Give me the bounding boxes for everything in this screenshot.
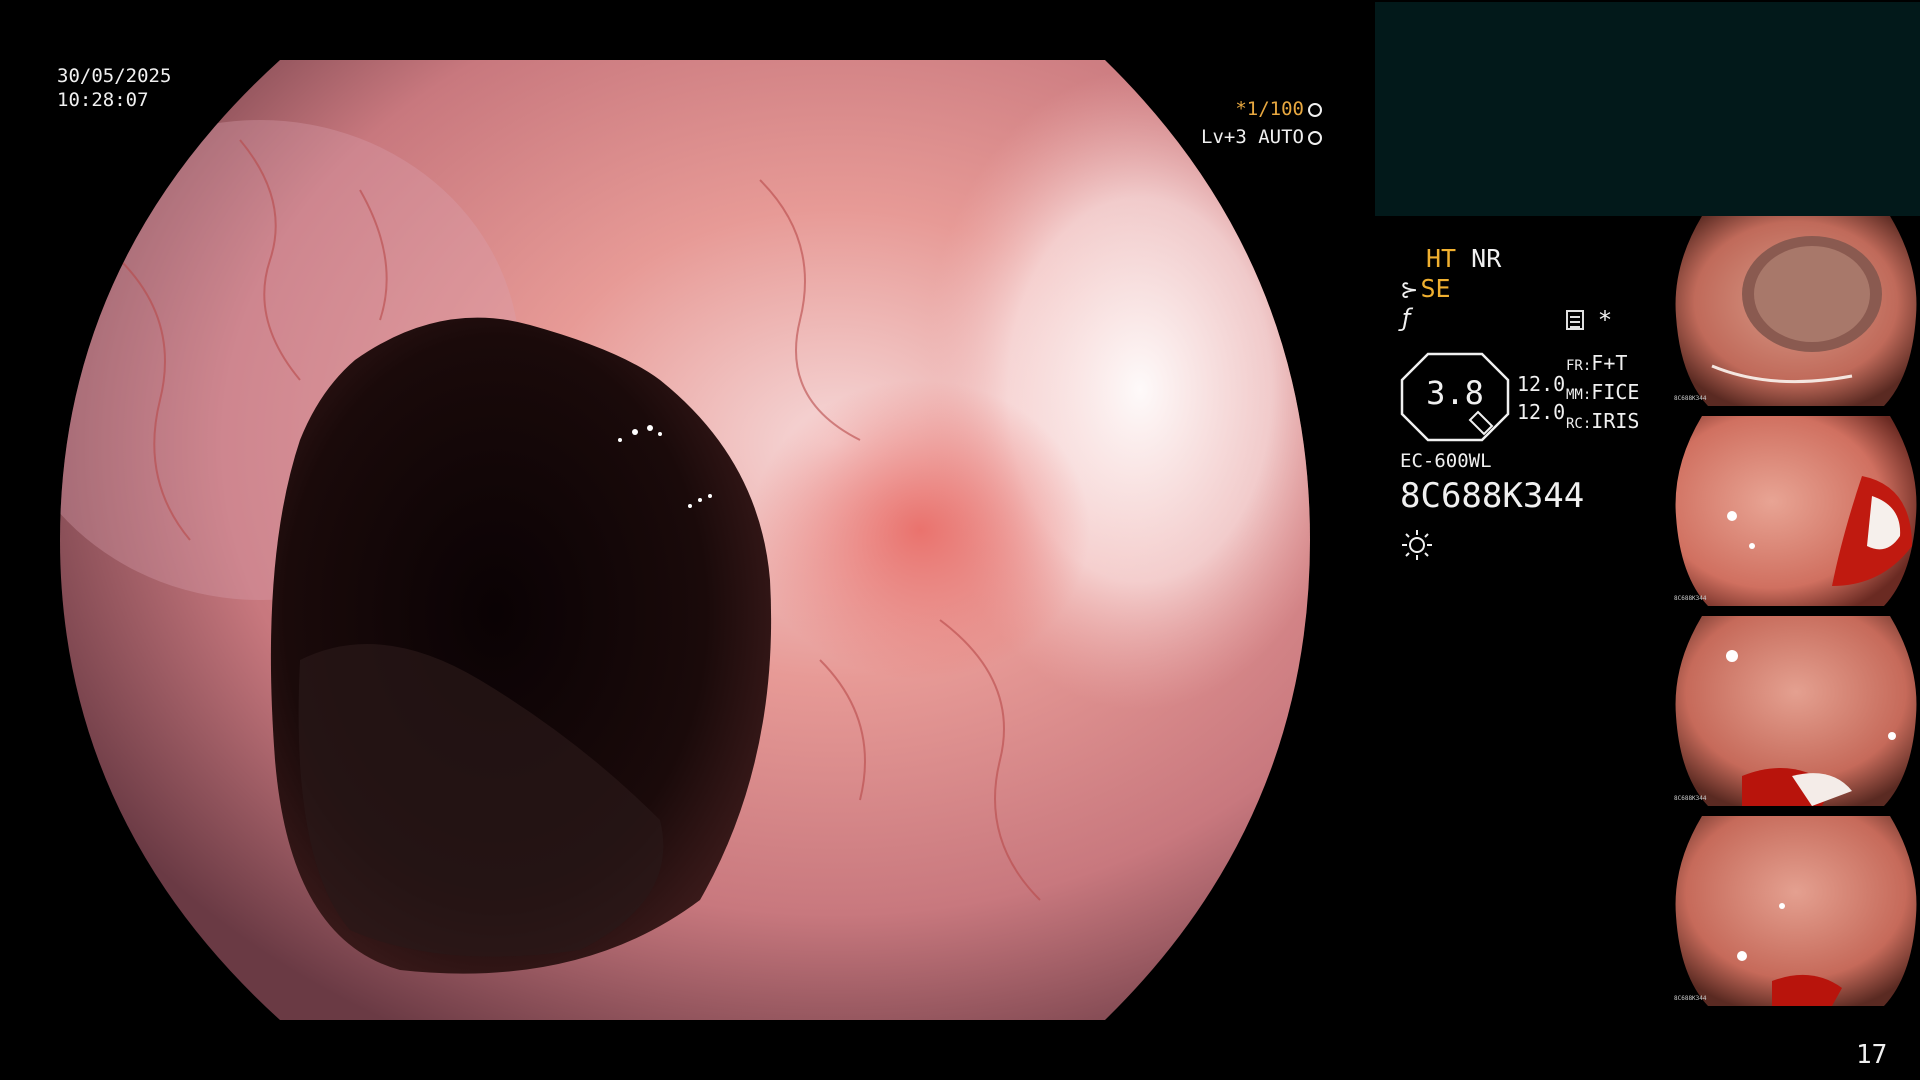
thumbnail-2[interactable]: 8C688K344: [1672, 416, 1920, 606]
star-icon: *: [1599, 306, 1611, 334]
value-2: 12.0: [1517, 400, 1566, 424]
document-icon: [1566, 310, 1584, 330]
time-text: 10:28:07: [57, 89, 149, 111]
se-indicator: ⊱SE: [1400, 274, 1451, 303]
thumbnail-1-serial: 8C688K344: [1674, 395, 1707, 402]
ht-nr-indicator: HT NR: [1426, 244, 1501, 273]
date-text: 30/05/2025: [57, 65, 172, 87]
se-label: SE: [1420, 274, 1451, 303]
thumbnail-4-serial: 8C688K344: [1674, 995, 1707, 1002]
value-list: 12.0 12.0: [1517, 370, 1565, 426]
scope-model: EC-600WL: [1400, 450, 1492, 472]
function-icon: ƒ: [1402, 304, 1411, 332]
shutter-text: *1/100: [1235, 98, 1304, 120]
thumbnail-1[interactable]: 8C688K344: [1672, 216, 1920, 406]
scope-serial: 8C688K344: [1400, 476, 1585, 516]
nr-label: NR: [1471, 244, 1502, 273]
thumbnail-3[interactable]: 8C688K344: [1672, 616, 1920, 806]
value-1: 12.0: [1517, 372, 1566, 396]
shutter-icon: [1308, 103, 1322, 117]
info-panel-box: [1375, 2, 1920, 216]
exposure-level: Lv+3 AUTO: [1201, 126, 1322, 148]
date-time: 30/05/2025 10:28:07: [57, 64, 171, 112]
thumbnail-2-serial: 8C688K344: [1674, 595, 1707, 602]
brightness-icon: [1402, 530, 1432, 560]
level-text: Lv+3 AUTO: [1201, 126, 1304, 148]
iris-icon: [1308, 131, 1322, 145]
endoscope-main-view: [60, 60, 1310, 1020]
shutter-speed: *1/100: [1235, 98, 1322, 120]
ht-label: HT: [1426, 244, 1457, 273]
setting-rc: RC:IRIS: [1566, 409, 1640, 433]
scope-icon: ⊱: [1400, 278, 1419, 303]
settings-list: FR:F+T MM:FICE RC:IRIS: [1566, 350, 1639, 437]
thumbnail-3-serial: 8C688K344: [1674, 795, 1707, 802]
page-number: 17: [1856, 1040, 1888, 1070]
thumbnail-4[interactable]: 8C688K344: [1672, 816, 1920, 1006]
setting-fr: FR:F+T: [1566, 351, 1628, 375]
zoom-value: 3.8: [1426, 374, 1484, 412]
setting-mm: MM:FICE: [1566, 380, 1640, 404]
